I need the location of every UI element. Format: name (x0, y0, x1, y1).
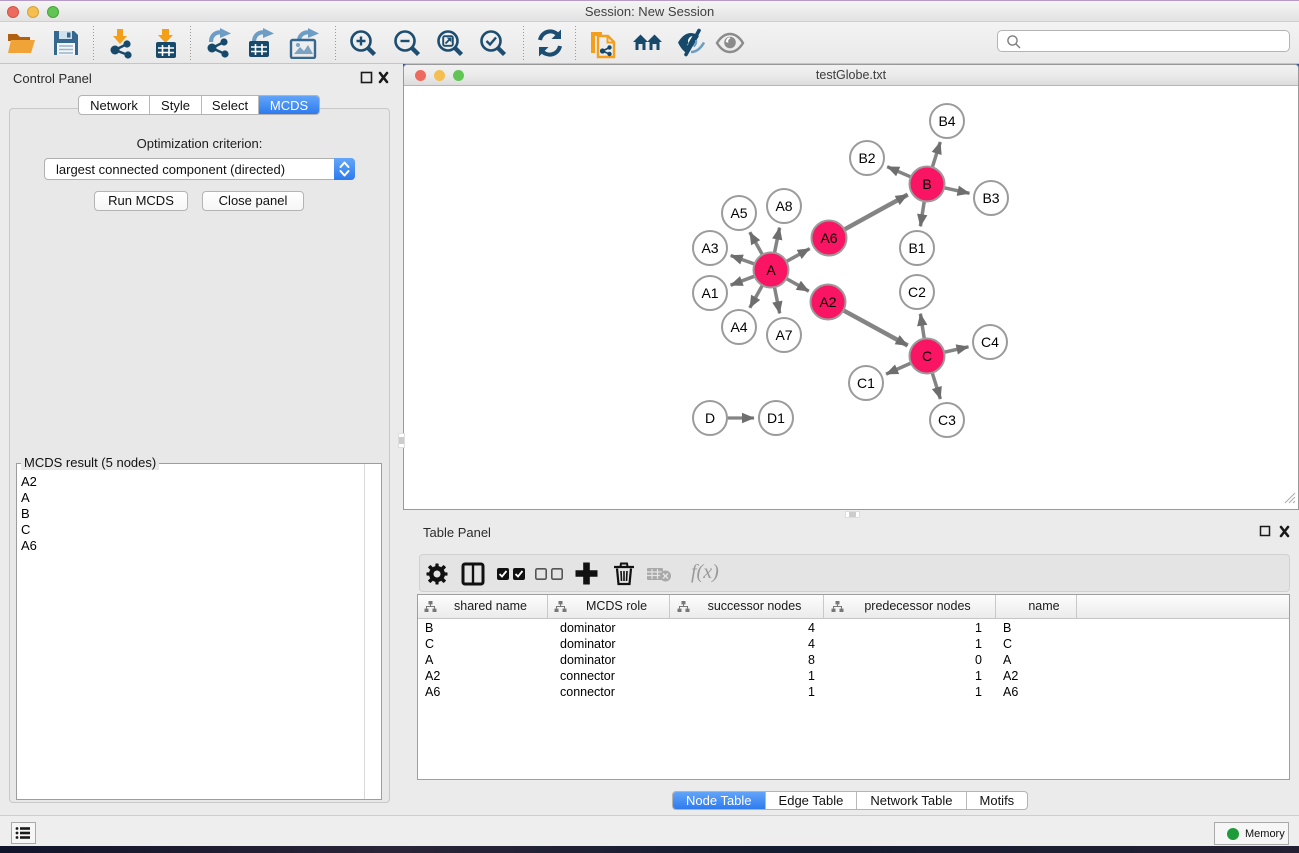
svg-text:B2: B2 (858, 150, 875, 166)
svg-text:D1: D1 (767, 410, 785, 426)
svg-text:C3: C3 (938, 412, 956, 428)
svg-text:A8: A8 (775, 198, 792, 214)
svg-text:C1: C1 (857, 375, 875, 391)
svg-text:A1: A1 (701, 285, 718, 301)
svg-text:D: D (705, 410, 715, 426)
svg-text:A6: A6 (820, 230, 837, 246)
svg-text:A: A (766, 262, 776, 278)
svg-text:B3: B3 (982, 190, 999, 206)
svg-text:B: B (922, 176, 931, 192)
svg-text:B1: B1 (908, 240, 925, 256)
svg-text:B4: B4 (938, 113, 955, 129)
svg-text:C4: C4 (981, 334, 999, 350)
svg-text:A2: A2 (819, 294, 836, 310)
svg-text:A3: A3 (701, 240, 718, 256)
svg-text:A7: A7 (775, 327, 792, 343)
svg-text:A5: A5 (730, 205, 747, 221)
svg-text:A4: A4 (730, 319, 747, 335)
svg-text:C: C (922, 348, 932, 364)
svg-text:C2: C2 (908, 284, 926, 300)
